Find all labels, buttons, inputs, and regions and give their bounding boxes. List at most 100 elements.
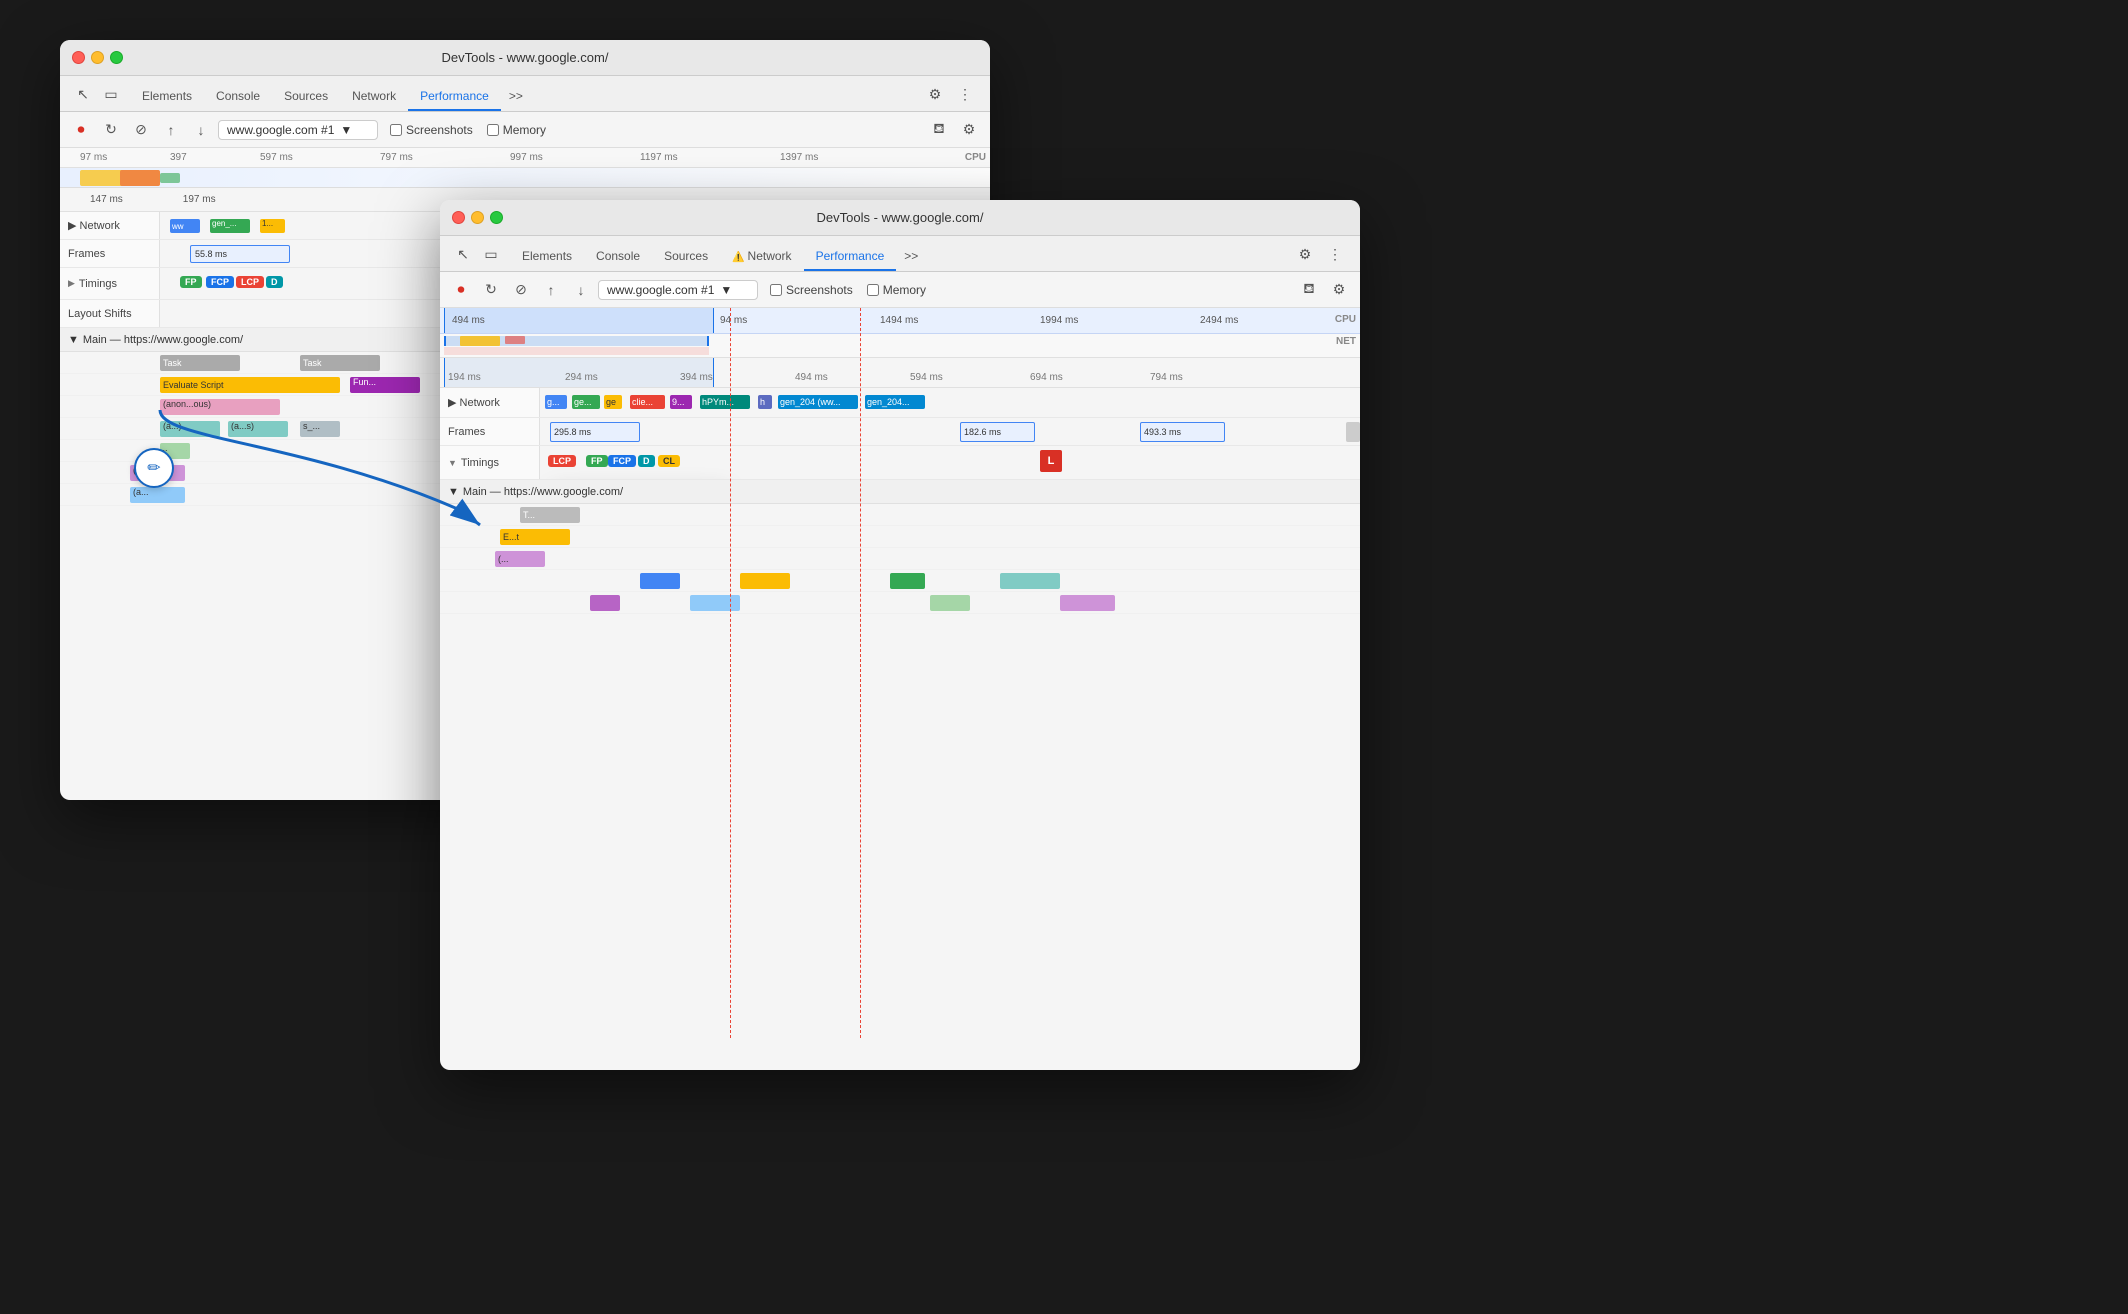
more-icon-fg[interactable]: ⋮ (1322, 241, 1348, 267)
clear-btn-fg[interactable]: ⊘ (508, 277, 534, 303)
cursor-icon-btn-fg[interactable]: ↖ (450, 241, 476, 267)
network-track-label-bg: ▶ Network (60, 212, 160, 239)
traffic-lights-fg (452, 211, 503, 224)
frame-time2-fg: 182.6 ms (960, 422, 1035, 442)
scroll-indicator-fg[interactable] (1346, 422, 1360, 442)
nav-icons-fg: ↖ ▭ (444, 241, 510, 271)
settings2-btn-bg[interactable]: ⚙ (956, 117, 982, 143)
tab-elements-bg[interactable]: Elements (130, 83, 204, 111)
devtools-nav-bg: ↖ ▭ Elements Console Sources Network Per… (60, 76, 990, 112)
cpu-bar1-fg (460, 336, 500, 346)
lgreen-block-fg (930, 595, 970, 611)
maximize-button-bg[interactable] (110, 51, 123, 64)
lcp-badge-bg: LCP (236, 276, 264, 288)
time-147ms-bg: 147 ms (90, 194, 123, 205)
tab-network-fg[interactable]: Network (720, 243, 803, 271)
tab-sources-bg[interactable]: Sources (272, 83, 340, 111)
memory-label-bg: Memory (503, 123, 546, 137)
settings-icon-bg[interactable]: ⚙ (922, 81, 948, 107)
url-dropdown-icon-bg: ▼ (340, 123, 352, 137)
screenshots-label-fg: Screenshots (786, 283, 853, 297)
minimize-button-bg[interactable] (91, 51, 104, 64)
tick-294ms: 294 ms (565, 372, 598, 383)
cpu-label-fg: CPU (1335, 314, 1356, 325)
maximize-button-fg[interactable] (490, 211, 503, 224)
memory-input-fg[interactable] (867, 284, 879, 296)
edit-icon-circle[interactable]: ✏ (134, 448, 174, 488)
cpu-overview-bg: 97 ms 397 597 ms 797 ms 997 ms 1197 ms 1… (60, 148, 990, 188)
lblue-block-fg (690, 595, 740, 611)
device-icon-btn-bg[interactable]: ▭ (98, 81, 124, 107)
url-text-bg: www.google.com #1 (227, 123, 334, 137)
timings-expand-fg: ▼ (448, 458, 457, 468)
a-bar1-bg: (a...) (160, 421, 220, 437)
nav-settings-fg: ⚙ ⋮ (1284, 241, 1356, 271)
frames-text-bg: Frames (68, 248, 105, 260)
tab-elements-fg[interactable]: Elements (510, 243, 584, 271)
clear-btn-bg[interactable]: ⊘ (128, 117, 154, 143)
cpu-net-chart-fg: NET (440, 334, 1360, 358)
tab-performance-bg[interactable]: Performance (408, 83, 501, 111)
memory-input-bg[interactable] (487, 124, 499, 136)
net-mini-bg (444, 347, 709, 355)
tab-network-bg[interactable]: Network (340, 83, 408, 111)
url-selector-bg[interactable]: www.google.com #1 ▼ (218, 120, 378, 140)
record-btn-bg[interactable]: ⏺ (68, 117, 94, 143)
upload-btn-fg[interactable]: ↑ (538, 277, 564, 303)
frames-content-fg: 295.8 ms 182.6 ms 493.3 ms (540, 418, 1360, 445)
tick-394ms: 394 ms (680, 372, 713, 383)
tab-console-bg[interactable]: Console (204, 83, 272, 111)
upload-btn-bg[interactable]: ↑ (158, 117, 184, 143)
screenshots-checkbox-fg[interactable]: Screenshots (770, 283, 853, 297)
download-btn-bg[interactable]: ↓ (188, 117, 214, 143)
refresh-btn-fg[interactable]: ↻ (478, 277, 504, 303)
minimize-button-fg[interactable] (471, 211, 484, 224)
frame-time3-fg: 493.3 ms (1140, 422, 1225, 442)
tab-console-fg[interactable]: Console (584, 243, 652, 271)
nav-more-bg[interactable]: >> (501, 83, 531, 111)
net-item-1-bg: 1... (260, 219, 285, 233)
main-flame-row4-fg (440, 570, 1360, 592)
settings-icon-fg[interactable]: ⚙ (1292, 241, 1318, 267)
nav-more-fg[interactable]: >> (896, 243, 926, 271)
cursor-icon-btn-bg[interactable]: ↖ (70, 81, 96, 107)
settings2-btn-fg[interactable]: ⚙ (1326, 277, 1352, 303)
memory-checkbox-bg[interactable]: Memory (487, 123, 546, 137)
more-icon-bg[interactable]: ⋮ (952, 81, 978, 107)
nav-settings-bg: ⚙ ⋮ (914, 81, 986, 111)
frames-text-fg: Frames (448, 426, 485, 438)
tick-94ms-top: 94 ms (720, 315, 747, 326)
close-button-bg[interactable] (72, 51, 85, 64)
screenshots-checkbox-bg[interactable]: Screenshots (390, 123, 473, 137)
tick-1397ms-bg: 1397 ms (780, 152, 818, 163)
download-btn-fg[interactable]: ↓ (568, 277, 594, 303)
task-bar2-bg: Task (300, 355, 380, 371)
main-flame-row2-fg: E...t (440, 526, 1360, 548)
device-icon-btn-fg[interactable]: ▭ (478, 241, 504, 267)
tick-397ms-bg: 397 (170, 152, 187, 163)
tab-performance-fg[interactable]: Performance (804, 243, 897, 271)
memory-checkbox-fg[interactable]: Memory (867, 283, 926, 297)
record-btn-fg[interactable]: ⏺ (448, 277, 474, 303)
a2-bar-bg: (a... (130, 487, 185, 503)
url-selector-fg[interactable]: www.google.com #1 ▼ (598, 280, 758, 300)
main-flame-row3-fg: (... (440, 548, 1360, 570)
green-block-fg (890, 573, 925, 589)
main-label-bg: Main — https://www.google.com/ (83, 334, 243, 346)
screenshots-input-bg[interactable] (390, 124, 402, 136)
screenshots-input-fg[interactable] (770, 284, 782, 296)
network-text-fg: ▶ Network (448, 396, 500, 409)
close-button-fg[interactable] (452, 211, 465, 224)
main-label-fg: Main — https://www.google.com/ (463, 486, 623, 498)
capture-btn-fg[interactable]: ⛾ (1296, 277, 1322, 303)
timings-content-fg: LCP FP FCP D CL L (540, 446, 1360, 479)
network-track-content-fg: g... ge... ge clie... 9... hPYm... h gen… (540, 388, 1360, 417)
refresh-btn-bg[interactable]: ↻ (98, 117, 124, 143)
checkbox-group-bg: Screenshots Memory (390, 123, 546, 137)
tab-sources-fg[interactable]: Sources (652, 243, 720, 271)
d-badge-fg: D (638, 455, 655, 467)
capture-btn-bg[interactable]: ⛾ (926, 117, 952, 143)
net-h-fg: h (758, 395, 772, 409)
net-hpym-fg: hPYm... (700, 395, 750, 409)
tick-494ms-top: 494 ms (452, 315, 485, 326)
